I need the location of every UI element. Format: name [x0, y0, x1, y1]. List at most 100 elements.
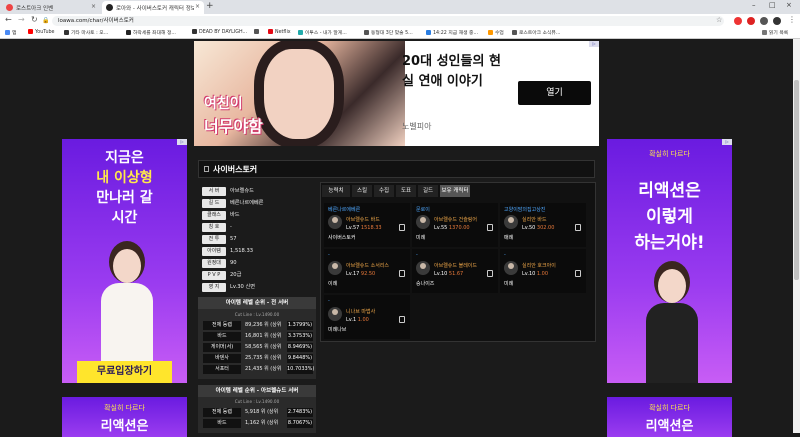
- avatar: [328, 261, 342, 275]
- bookmark-item[interactable]: [254, 29, 261, 35]
- right-side-ad-bottom[interactable]: 확실히 다르다 리액션은: [607, 397, 732, 437]
- reload-icon[interactable]: ↻: [31, 15, 38, 24]
- close-icon[interactable]: ×: [91, 3, 96, 10]
- character-card[interactable]: - 아브렐슈드 블레이드 Lv.10 51.67 승나이즈: [412, 249, 498, 293]
- forward-icon[interactable]: →: [18, 15, 25, 24]
- bookmark-item[interactable]: 이투스 - 내가 알게...: [298, 29, 347, 36]
- bookmark-item[interactable]: 로스트아크 소식뷰...: [512, 29, 560, 36]
- info-row-estate: 영 지 Lv.30 신면: [200, 282, 316, 293]
- browser-tab-loawa[interactable]: 로아와 - 사이버스토커 캐릭터 정보 ×: [102, 1, 204, 14]
- copy-icon[interactable]: [575, 270, 581, 277]
- extension-icon[interactable]: [760, 17, 768, 25]
- page-title: 사이버스토커: [213, 165, 258, 174]
- url-text: loawa.com/char/사이버스토커: [58, 18, 134, 24]
- reading-list[interactable]: 읽기 목록: [762, 29, 788, 36]
- bookmark-item[interactable]: 앱: [5, 29, 16, 36]
- ranking-all-title: 아이템 레벨 순위 - 전 서버: [198, 297, 316, 309]
- ad-text: 시간: [111, 210, 138, 226]
- back-icon[interactable]: ←: [5, 15, 12, 24]
- card-name: 매례: [504, 235, 514, 241]
- tab-guild[interactable]: 길드: [418, 185, 438, 197]
- minimize-button[interactable]: –: [752, 1, 756, 9]
- bookmark-item[interactable]: 동형대 3단 맞술 5...: [364, 29, 413, 36]
- card-server: -: [328, 298, 330, 304]
- ranking-all-box: Cut Line : Lv.1490.00 전체 등렙 89,236 위 (상위 1…: [198, 309, 316, 379]
- star-icon[interactable]: ☆: [716, 16, 722, 24]
- copy-icon[interactable]: [399, 224, 405, 231]
- character-card[interactable]: 베른나르에베른 아브렐슈드 바드 Lv.57 1518.33 사이버스토커: [324, 203, 410, 247]
- cutline-text: Cut Line : Lv.1490.00: [234, 399, 280, 404]
- close-window-button[interactable]: ×: [786, 1, 792, 9]
- browser-tab-inven[interactable]: 로스트아크 인벤 ×: [2, 1, 100, 14]
- ad-open-button[interactable]: 열기: [518, 81, 591, 105]
- ranking-row: 바드 16,801 위 (상위 3.3753%): [203, 332, 313, 342]
- copy-icon[interactable]: [399, 270, 405, 277]
- card-class: 아브렐슈드 소서리스: [346, 263, 389, 269]
- copy-icon[interactable]: [399, 316, 405, 323]
- card-name: 이례: [328, 281, 338, 287]
- character-title-bar: [198, 160, 595, 178]
- character-card[interactable]: - 아브렐슈드 소서리스 Lv.17 92.50 이례: [324, 249, 410, 293]
- tab-title: 로아와 - 사이버스토커 캐릭터 정보: [116, 5, 194, 12]
- bookmark-item[interactable]: 14:22 지금 재생 중...: [426, 29, 478, 36]
- ad-text: 리액션은: [645, 419, 694, 434]
- tab-collection[interactable]: 수집: [374, 185, 394, 197]
- copy-icon[interactable]: [487, 270, 493, 277]
- card-name: 미례나브: [328, 327, 347, 333]
- avatar: [328, 215, 342, 229]
- free-entry-button[interactable]: 무료입장하기: [77, 361, 172, 383]
- lock-icon[interactable]: 🔒: [42, 17, 49, 24]
- ad-text: 확실히 다르다: [649, 404, 690, 412]
- info-row-pvp: P V P 20급: [200, 270, 316, 281]
- character-card[interactable]: - 실리안 호크아이 Lv.10 1.00 미례: [500, 249, 586, 293]
- right-side-ad[interactable]: 확실히 다르다 리액션은 이렇게 하는거야!: [607, 139, 732, 383]
- character-info-panel: 서 버 아브렐슈드 길 드 베른나르에베른 클래스 바드 칭 호- 전 투 57 아이템…: [198, 182, 316, 292]
- ranking-row: 바덴사 25,735 위 (상위 9.8448%): [203, 354, 313, 364]
- adchoices-icon[interactable]: ▷: [589, 41, 599, 47]
- avatar: [328, 307, 342, 321]
- card-class: 아브렐슈드 블레이드: [434, 263, 477, 269]
- tab-skills[interactable]: 스킬: [352, 185, 372, 197]
- ranking-server-title: 아이템 레벨 순위 - 아브렐슈드 서버: [198, 385, 316, 397]
- ad-text: 리액션은: [638, 181, 701, 201]
- card-name: 승나이즈: [416, 281, 435, 287]
- bookmark-item[interactable]: 기타 마사토 : 오...: [64, 29, 108, 36]
- tab-chart[interactable]: 도표: [396, 185, 416, 197]
- close-icon[interactable]: ×: [195, 3, 200, 10]
- bookmark-item[interactable]: YouTube: [28, 29, 55, 35]
- ranking-row: 전체 등렙 89,236 위 (상위 1.3799%): [203, 321, 313, 331]
- ad-headline[interactable]: 20대 성인들의 현실 연애 이야기: [402, 52, 512, 92]
- left-side-ad-bottom[interactable]: 확실히 다르다 리액션은: [62, 397, 187, 437]
- bookmark-item[interactable]: 수업: [488, 29, 504, 36]
- adchoices-icon[interactable]: ▷: [177, 139, 187, 145]
- scrollbar-thumb[interactable]: [794, 80, 799, 280]
- character-card[interactable]: 문로이 아브렐슈드 건슬링어 Lv.55 1370.00 미례: [412, 203, 498, 247]
- top-ad-image[interactable]: 여친이 너무야함: [194, 41, 405, 146]
- ranking-server-box: Cut Line : Lv.1490.00 전체 등렙 5,918 위 (상위 2.…: [198, 397, 316, 433]
- bookmark-item[interactable]: Netflix: [268, 29, 291, 35]
- card-class: 실리안 호크아이: [522, 263, 556, 269]
- copy-icon[interactable]: [575, 224, 581, 231]
- new-tab-button[interactable]: +: [206, 1, 214, 11]
- info-row-server: 서 버 아브렐슈드: [200, 186, 316, 197]
- card-server: -: [416, 252, 418, 258]
- tab-stats[interactable]: 능력치: [322, 185, 350, 197]
- card-server: -: [328, 252, 330, 258]
- extension-icon[interactable]: [734, 17, 742, 25]
- maximize-button[interactable]: □: [769, 1, 776, 9]
- avatar[interactable]: [773, 17, 781, 25]
- character-card[interactable]: 고양이맘의집고상진 실리안 바드 Lv.50 302.00 매례: [500, 203, 586, 247]
- menu-icon[interactable]: ⋮: [788, 15, 796, 24]
- character-card[interactable]: - 니나브 마법사 Lv.1 1.00 미례나브: [324, 295, 410, 339]
- address-bar[interactable]: loawa.com/char/사이버스토커: [52, 16, 724, 26]
- copy-icon[interactable]: [487, 224, 493, 231]
- adchoices-icon[interactable]: ▷: [722, 139, 732, 145]
- left-side-ad[interactable]: 지금은 내 이상형 만나러 갈 시간 무료입장하기: [62, 139, 187, 383]
- tab-owned-characters[interactable]: 보유 캐릭터: [440, 185, 470, 197]
- ad-text: 지금은: [105, 150, 144, 166]
- ad-text: 확실히 다르다: [649, 150, 690, 158]
- bookmark-item[interactable]: DEAD BY DAYLIGH...: [192, 29, 247, 35]
- bookmark-item[interactable]: 하락세를 좌대해 정...: [126, 29, 176, 36]
- extension-icon[interactable]: [747, 17, 755, 25]
- ad-text: 만나러 갈: [96, 190, 153, 206]
